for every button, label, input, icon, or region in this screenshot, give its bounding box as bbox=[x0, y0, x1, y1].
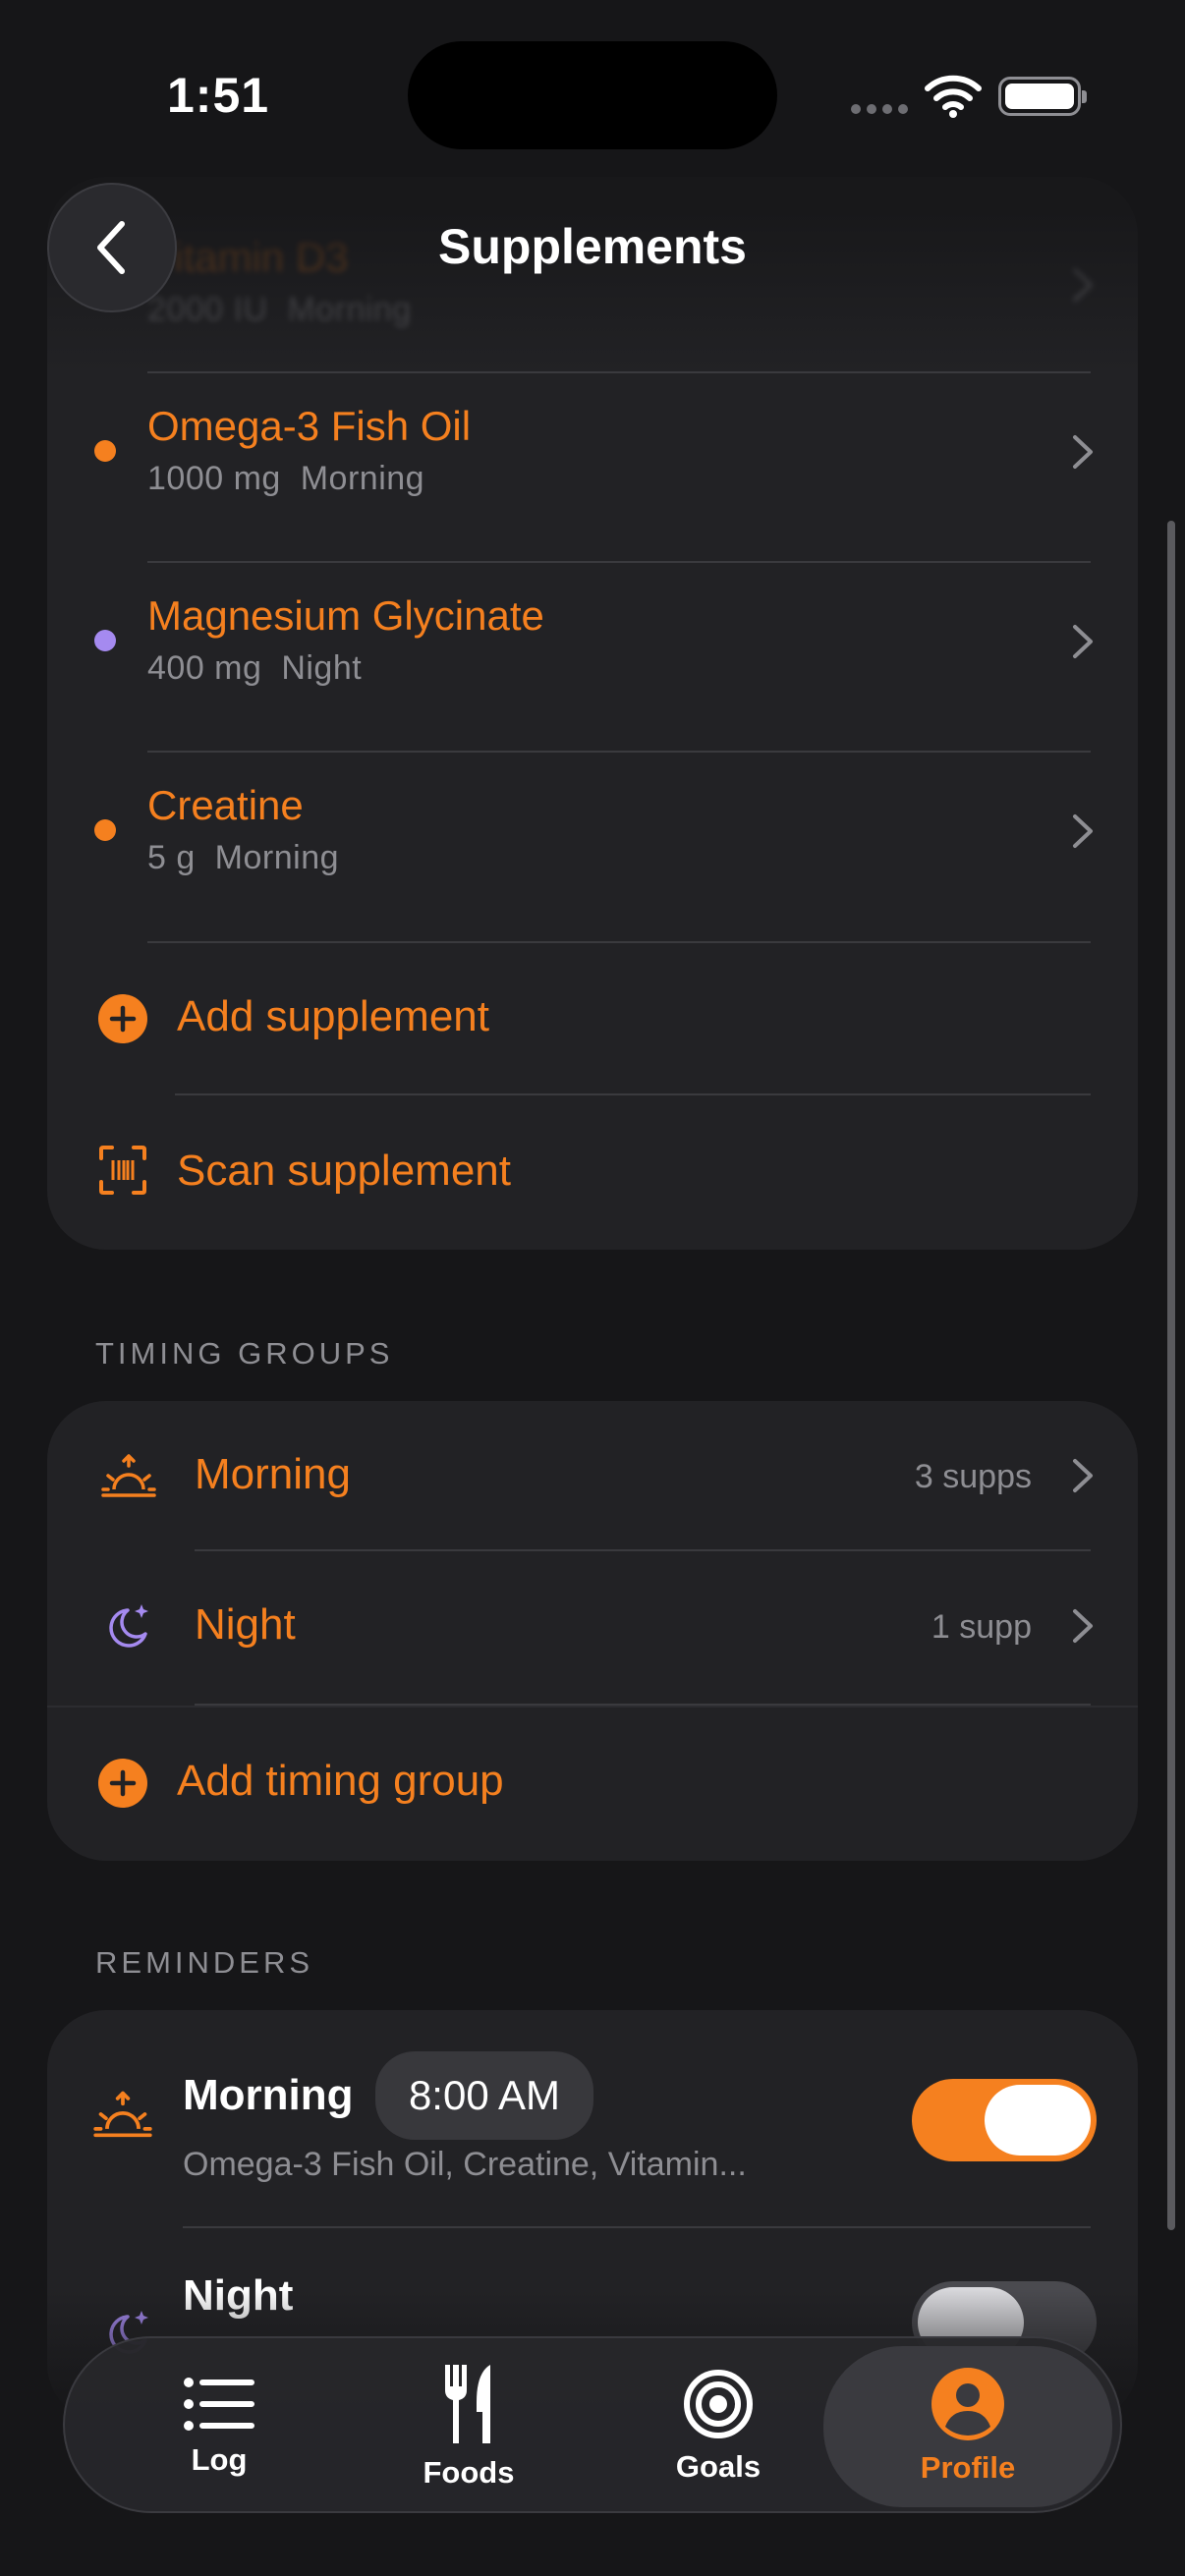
timing-group-count: 1 supp bbox=[931, 1608, 1032, 1646]
toggle-knob bbox=[985, 2085, 1091, 2156]
barcode-scan-icon bbox=[99, 1146, 146, 1195]
supplement-name: Magnesium Glycinate bbox=[147, 592, 544, 639]
battery-icon bbox=[998, 77, 1087, 116]
reminder-name: Morning bbox=[183, 2071, 354, 2119]
moon-stars-icon bbox=[109, 1604, 148, 1648]
supplements-screen: Vitamin D3 2000 IU Morning Omega-3 Fish … bbox=[0, 0, 1185, 2576]
wifi-icon bbox=[925, 75, 982, 118]
supplements-card: Vitamin D3 2000 IU Morning Omega-3 Fish … bbox=[47, 177, 1138, 1250]
timing-dot bbox=[94, 440, 116, 462]
timing-group-count: 3 supps bbox=[914, 1458, 1032, 1495]
tab-log[interactable]: Log bbox=[94, 2338, 344, 2515]
timing-groups-card: Morning 3 supps Night 1 supp Add timing … bbox=[47, 1401, 1138, 1861]
sunrise-icon bbox=[101, 1454, 156, 1497]
tab-label: Profile bbox=[920, 2450, 1016, 2485]
supplement-detail: 400 mg Night bbox=[147, 649, 363, 687]
reminder-supplements: Omega-3 Fish Oil, Creatine, Vitamin... bbox=[183, 2146, 747, 2183]
supplement-row-magnesium[interactable]: Magnesium Glycinate 400 mg Night bbox=[47, 563, 1138, 752]
plus-circle-icon bbox=[98, 994, 147, 1043]
tab-profile[interactable]: Profile bbox=[823, 2346, 1112, 2507]
tab-label: Log bbox=[191, 2442, 248, 2477]
scan-supplement-button[interactable]: Scan supplement bbox=[47, 1095, 1138, 1250]
add-supplement-label: Add supplement bbox=[177, 992, 489, 1040]
supplement-name: Creatine bbox=[147, 782, 304, 828]
add-timing-group-button[interactable]: Add timing group bbox=[47, 1706, 1138, 1861]
chevron-right-icon bbox=[1073, 814, 1093, 848]
chevron-right-icon bbox=[1073, 625, 1093, 658]
reminder-row-morning: Morning 8:00 AM Omega-3 Fish Oil, Creati… bbox=[47, 2010, 1138, 2226]
dynamic-island bbox=[408, 41, 777, 149]
scroll-indicator[interactable] bbox=[1167, 521, 1175, 2230]
timing-group-name: Night bbox=[195, 1600, 296, 1649]
tab-goals[interactable]: Goals bbox=[593, 2338, 843, 2515]
supplement-detail: 5 g Morning bbox=[147, 839, 340, 876]
supplement-row-vitamin-d3[interactable]: Vitamin D3 2000 IU Morning bbox=[47, 177, 1138, 373]
timing-group-name: Morning bbox=[195, 1450, 351, 1498]
cellular-signal-icon bbox=[851, 104, 908, 114]
timing-dot bbox=[94, 630, 116, 651]
reminders-header: REMINDERS bbox=[95, 1945, 314, 1980]
supplement-name: Omega-3 Fish Oil bbox=[147, 403, 472, 449]
chevron-right-icon bbox=[1073, 1609, 1093, 1643]
supplement-row-creatine[interactable]: Creatine 5 g Morning bbox=[47, 753, 1138, 941]
scan-supplement-label: Scan supplement bbox=[177, 1147, 511, 1195]
supplement-detail: 1000 mg Morning bbox=[147, 460, 425, 497]
status-time: 1:51 bbox=[167, 68, 270, 123]
tab-bar: Log Foods Goals Profile bbox=[63, 2336, 1122, 2513]
timing-group-morning[interactable]: Morning 3 supps bbox=[47, 1401, 1138, 1550]
add-timing-group-label: Add timing group bbox=[177, 1757, 504, 1805]
fork-knife-icon bbox=[445, 2365, 490, 2443]
supplement-row-omega-3[interactable]: Omega-3 Fish Oil 1000 mg Morning bbox=[47, 373, 1138, 562]
reminder-time-picker[interactable]: 8:00 AM bbox=[375, 2051, 593, 2140]
page-title: Supplements bbox=[438, 219, 747, 274]
reminder-toggle-morning[interactable] bbox=[912, 2079, 1097, 2161]
target-icon bbox=[684, 2370, 753, 2438]
timing-group-night[interactable]: Night 1 supp bbox=[47, 1551, 1138, 1705]
tab-label: Goals bbox=[675, 2449, 762, 2484]
supplement-detail: 2000 IU Morning bbox=[147, 291, 412, 328]
list-icon bbox=[184, 2378, 254, 2431]
add-supplement-button[interactable]: Add supplement bbox=[47, 943, 1138, 1094]
timing-groups-header: TIMING GROUPS bbox=[95, 1336, 394, 1371]
chevron-right-icon bbox=[1073, 435, 1093, 469]
timing-dot bbox=[94, 819, 116, 841]
sunrise-icon bbox=[93, 2091, 152, 2138]
chevron-right-icon bbox=[1073, 1459, 1093, 1492]
plus-circle-icon bbox=[98, 1759, 147, 1808]
tab-label: Foods bbox=[423, 2455, 515, 2490]
tab-foods[interactable]: Foods bbox=[344, 2338, 593, 2515]
person-circle-icon bbox=[931, 2368, 1004, 2440]
